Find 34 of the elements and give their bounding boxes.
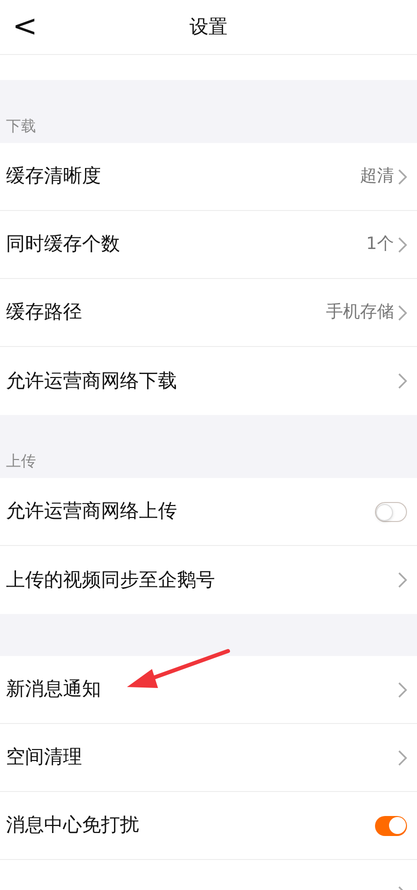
chevron-icon [398, 373, 407, 389]
settings-row[interactable]: 空间清理 [0, 724, 417, 792]
back-button[interactable]: < [10, 10, 40, 44]
settings-row[interactable]: 消息中心免打扰 [0, 792, 417, 860]
chevron-icon [398, 750, 407, 766]
settings-row[interactable]: 新消息通知 [0, 656, 417, 724]
settings-row[interactable]: 允许运营商网络上传 [0, 478, 417, 546]
chevron-icon [398, 168, 407, 184]
chevron-icon [398, 572, 407, 588]
settings-row[interactable]: 缓存路径 手机存储 [0, 279, 417, 347]
toggle-switch[interactable] [375, 816, 407, 836]
chevron-icon [398, 304, 407, 320]
row-value: 1个 [366, 232, 394, 256]
row-label: 新消息通知 [6, 677, 102, 702]
screen-title: 设置 [190, 14, 228, 40]
row-value: 手机存储 [326, 300, 394, 324]
toggle-switch[interactable] [375, 502, 407, 522]
settings-row[interactable]: 上传的视频同步至企鹅号 [0, 546, 417, 614]
settings-row[interactable]: 缓存清晰度 超清 [0, 143, 417, 211]
row-label: 允许运营商网络上传 [6, 499, 178, 524]
settings-row[interactable]: 同时缓存个数 1个 [0, 211, 417, 279]
row-label: 空间清理 [6, 745, 83, 770]
row-label: 缓存清晰度 [6, 164, 102, 190]
row-value: 超清 [360, 164, 394, 188]
section-header: 下载 [6, 116, 36, 136]
row-label: 上传的视频同步至企鹅号 [6, 568, 216, 593]
row-label: 缓存路径 [6, 300, 83, 326]
settings-row[interactable]: 允许运营商网络下载 [0, 347, 417, 415]
section-header: 上传 [6, 450, 36, 472]
row-label: 消息中心免打扰 [6, 813, 140, 838]
chevron-icon [398, 236, 407, 252]
chevron-icon [398, 682, 407, 698]
row-label: 允许运营商网络下载 [6, 368, 178, 394]
row-label: 同时缓存个数 [6, 232, 121, 258]
